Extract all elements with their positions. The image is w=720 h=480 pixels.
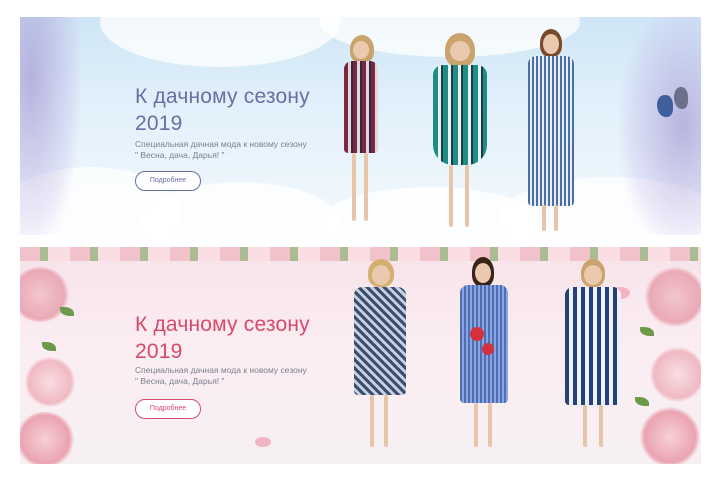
banner-title: К дачному сезону 2019 — [135, 83, 310, 137]
leaf-icon — [635, 397, 649, 406]
model-plaid-shirt-dress — [338, 35, 388, 235]
banner-subtitle-line1: Специальная дачная мода к новому сезону — [135, 139, 307, 149]
rose-icon — [640, 407, 700, 464]
banner-title-line2: 2019 — [135, 340, 183, 363]
banner-subtitle: Специальная дачная мода к новому сезону … — [135, 365, 335, 387]
model-striped-blue-dress — [557, 259, 627, 455]
watercolor-right-decoration — [620, 17, 701, 235]
leaf-icon — [42, 342, 56, 351]
model-green-plaid-dress — [425, 33, 495, 235]
banner-subtitle-line1: Специальная дачная мода к новому сезону — [135, 365, 307, 375]
banner-summer-pink[interactable]: К дачному сезону 2019 Специальная дачная… — [20, 247, 701, 464]
model-check-shirt-dress — [348, 259, 412, 454]
banner-title-line1: К дачному сезону — [135, 85, 310, 108]
model-striped-shirt-dress — [518, 29, 582, 235]
details-button[interactable]: Подробнее — [135, 171, 201, 191]
details-button[interactable]: Подробнее — [135, 399, 201, 419]
watercolor-left-decoration — [20, 17, 80, 235]
bird-icon — [674, 87, 688, 109]
banner-subtitle: Специальная дачная мода к новому сезону … — [135, 139, 335, 161]
banner-title-line1: К дачному сезону — [135, 313, 310, 336]
rose-icon — [650, 347, 701, 402]
banner-summer-blue[interactable]: К дачному сезону 2019 Специальная дачная… — [20, 17, 701, 235]
leaf-icon — [60, 307, 74, 316]
rose-icon — [645, 267, 701, 327]
banner-title: К дачному сезону 2019 — [135, 311, 310, 365]
rose-icon — [25, 357, 75, 407]
banner-subtitle-line2: " Весна, дача, Дарья! " — [135, 376, 225, 386]
bird-icon — [657, 95, 673, 117]
rose-icon — [20, 412, 75, 464]
banner-title-line2: 2019 — [135, 112, 183, 135]
leaf-icon — [640, 327, 654, 336]
petal-icon — [255, 437, 271, 447]
cloud-decoration — [100, 17, 340, 67]
model-embroidered-blue-dress — [452, 257, 516, 455]
banner-subtitle-line2: " Весна, дача, Дарья! " — [135, 150, 225, 160]
